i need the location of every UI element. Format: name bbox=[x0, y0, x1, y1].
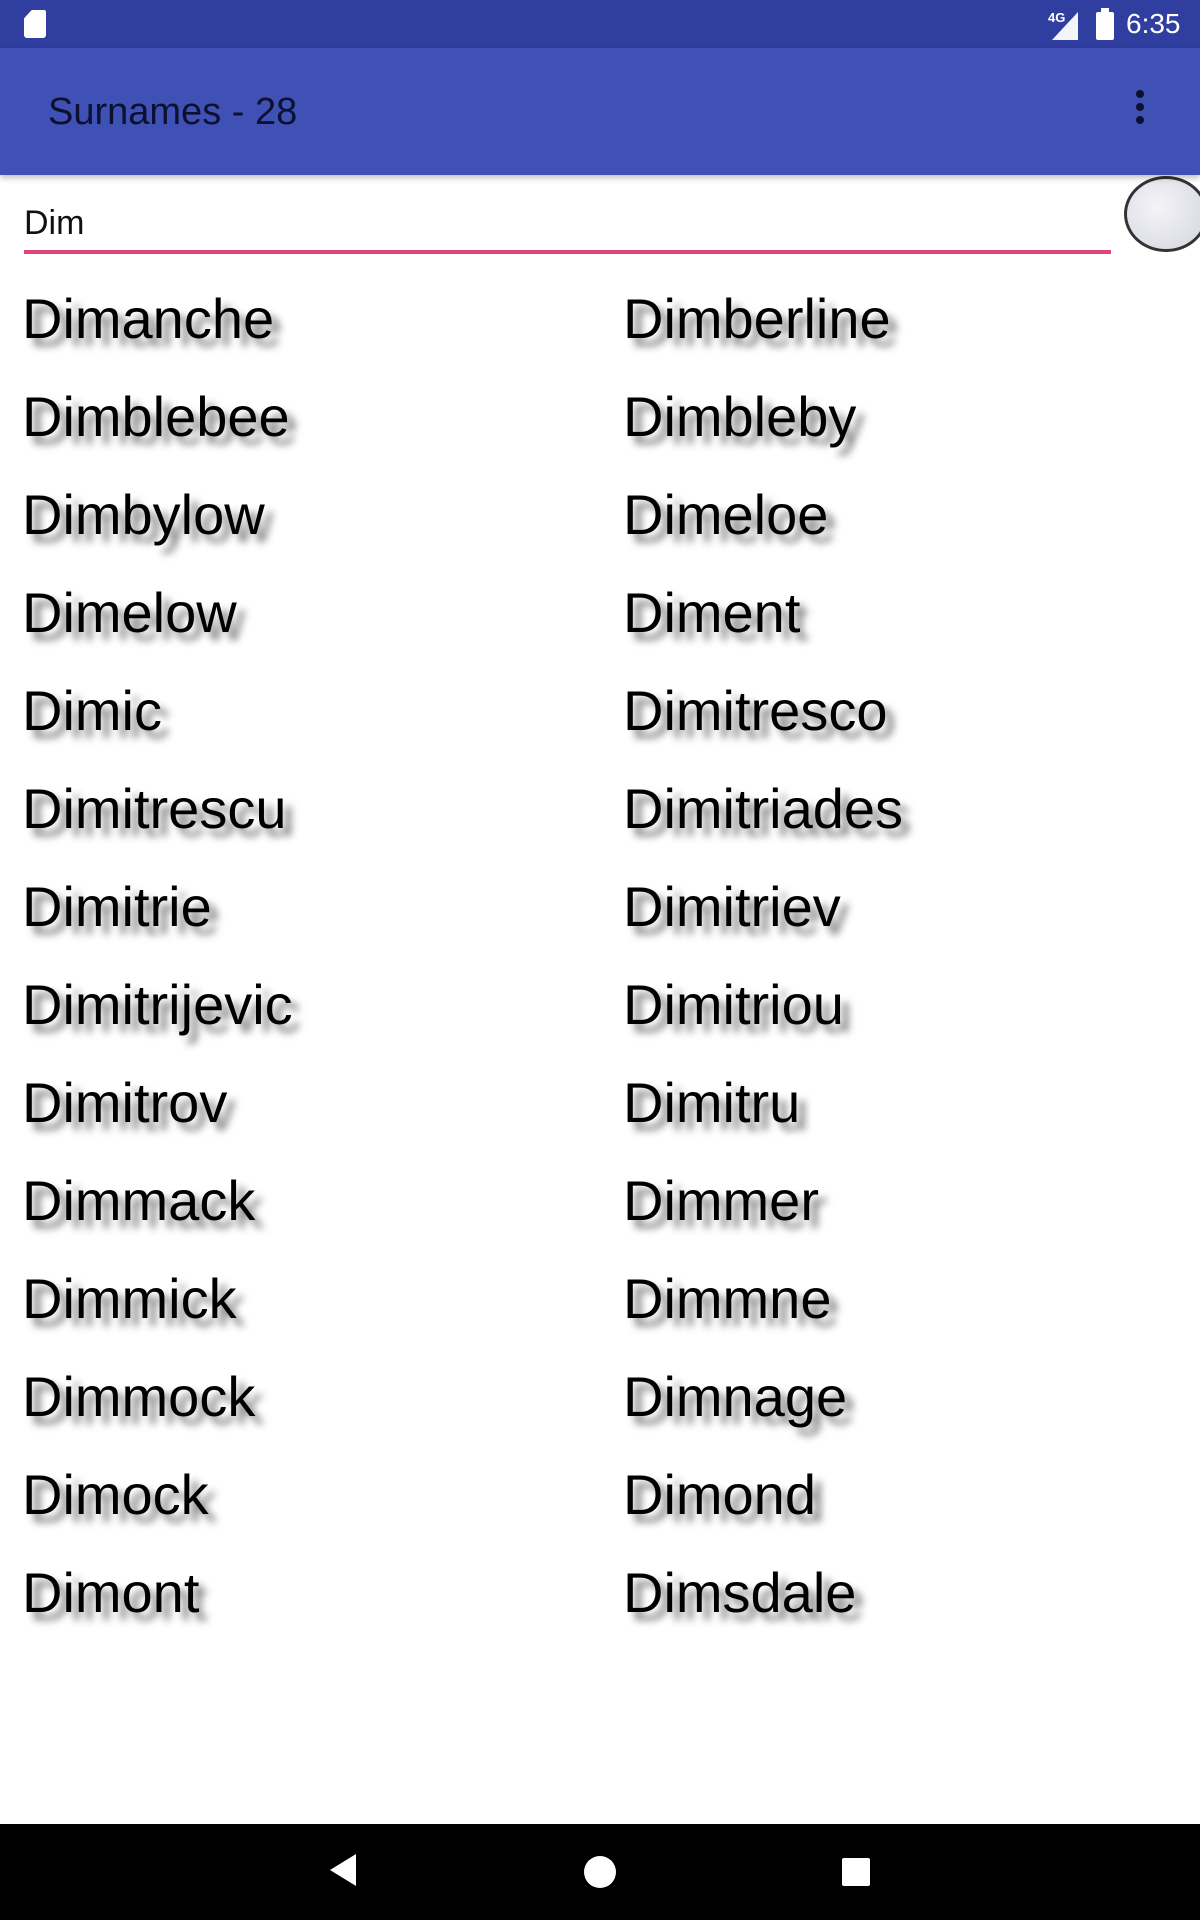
list-item[interactable]: Dimitrescu bbox=[22, 760, 286, 858]
list-item[interactable]: Dimmack bbox=[22, 1152, 255, 1250]
list-item[interactable]: Dimmer bbox=[623, 1152, 819, 1250]
clock: 6:35 bbox=[1126, 8, 1181, 39]
list-item[interactable]: Dimitrijevic bbox=[22, 956, 293, 1054]
list-item[interactable]: Dimitriades bbox=[623, 760, 903, 858]
list-item[interactable]: Dimic bbox=[22, 662, 162, 760]
battery-charging-icon bbox=[1096, 8, 1114, 40]
list-item[interactable]: Dimanche bbox=[22, 270, 274, 368]
list-item[interactable]: Dimbylow bbox=[22, 466, 265, 564]
list-item[interactable]: Dimitriou bbox=[623, 956, 844, 1054]
page-title: Surnames - 28 bbox=[48, 91, 298, 133]
app-bar: Surnames - 28 bbox=[0, 48, 1200, 175]
list-item[interactable]: Dimblebee bbox=[22, 368, 290, 466]
list-item[interactable]: Dimberline bbox=[623, 270, 891, 368]
list-item[interactable]: Dimmock bbox=[22, 1348, 255, 1446]
list-item[interactable]: Dimitrov bbox=[22, 1054, 227, 1152]
list-item[interactable]: Dimock bbox=[22, 1446, 209, 1544]
list-item[interactable]: Dimont bbox=[22, 1544, 199, 1642]
signal-icon: 4G bbox=[1048, 10, 1078, 40]
list-item[interactable]: Dimbleby bbox=[623, 368, 856, 466]
recents-icon[interactable] bbox=[842, 1858, 870, 1886]
network-type: 4G bbox=[1048, 10, 1066, 25]
home-icon[interactable] bbox=[584, 1856, 616, 1888]
navigation-bar bbox=[0, 1824, 1200, 1920]
list-item[interactable]: Dimsdale bbox=[623, 1544, 856, 1642]
list-item[interactable]: Dimelow bbox=[22, 564, 237, 662]
sd-card-icon bbox=[24, 10, 46, 38]
back-icon[interactable] bbox=[330, 1854, 356, 1886]
list-item[interactable]: Dimmne bbox=[623, 1250, 831, 1348]
list-item[interactable]: Dimnage bbox=[623, 1348, 847, 1446]
more-vert-icon[interactable] bbox=[1122, 90, 1158, 134]
list-item[interactable]: Dimitriev bbox=[623, 858, 841, 956]
status-bar: 4G 6:35 bbox=[0, 0, 1200, 48]
list-item[interactable]: Dimond bbox=[623, 1446, 816, 1544]
list-item[interactable]: Diment bbox=[623, 564, 800, 662]
round-button[interactable] bbox=[1124, 176, 1200, 252]
list-item[interactable]: Dimitru bbox=[623, 1054, 800, 1152]
list-item[interactable]: Dimitresco bbox=[623, 662, 887, 760]
list-item[interactable]: Dimitrie bbox=[22, 858, 212, 956]
search-input[interactable] bbox=[24, 196, 1111, 254]
list-item[interactable]: Dimmick bbox=[22, 1250, 237, 1348]
list-item[interactable]: Dimeloe bbox=[623, 466, 828, 564]
